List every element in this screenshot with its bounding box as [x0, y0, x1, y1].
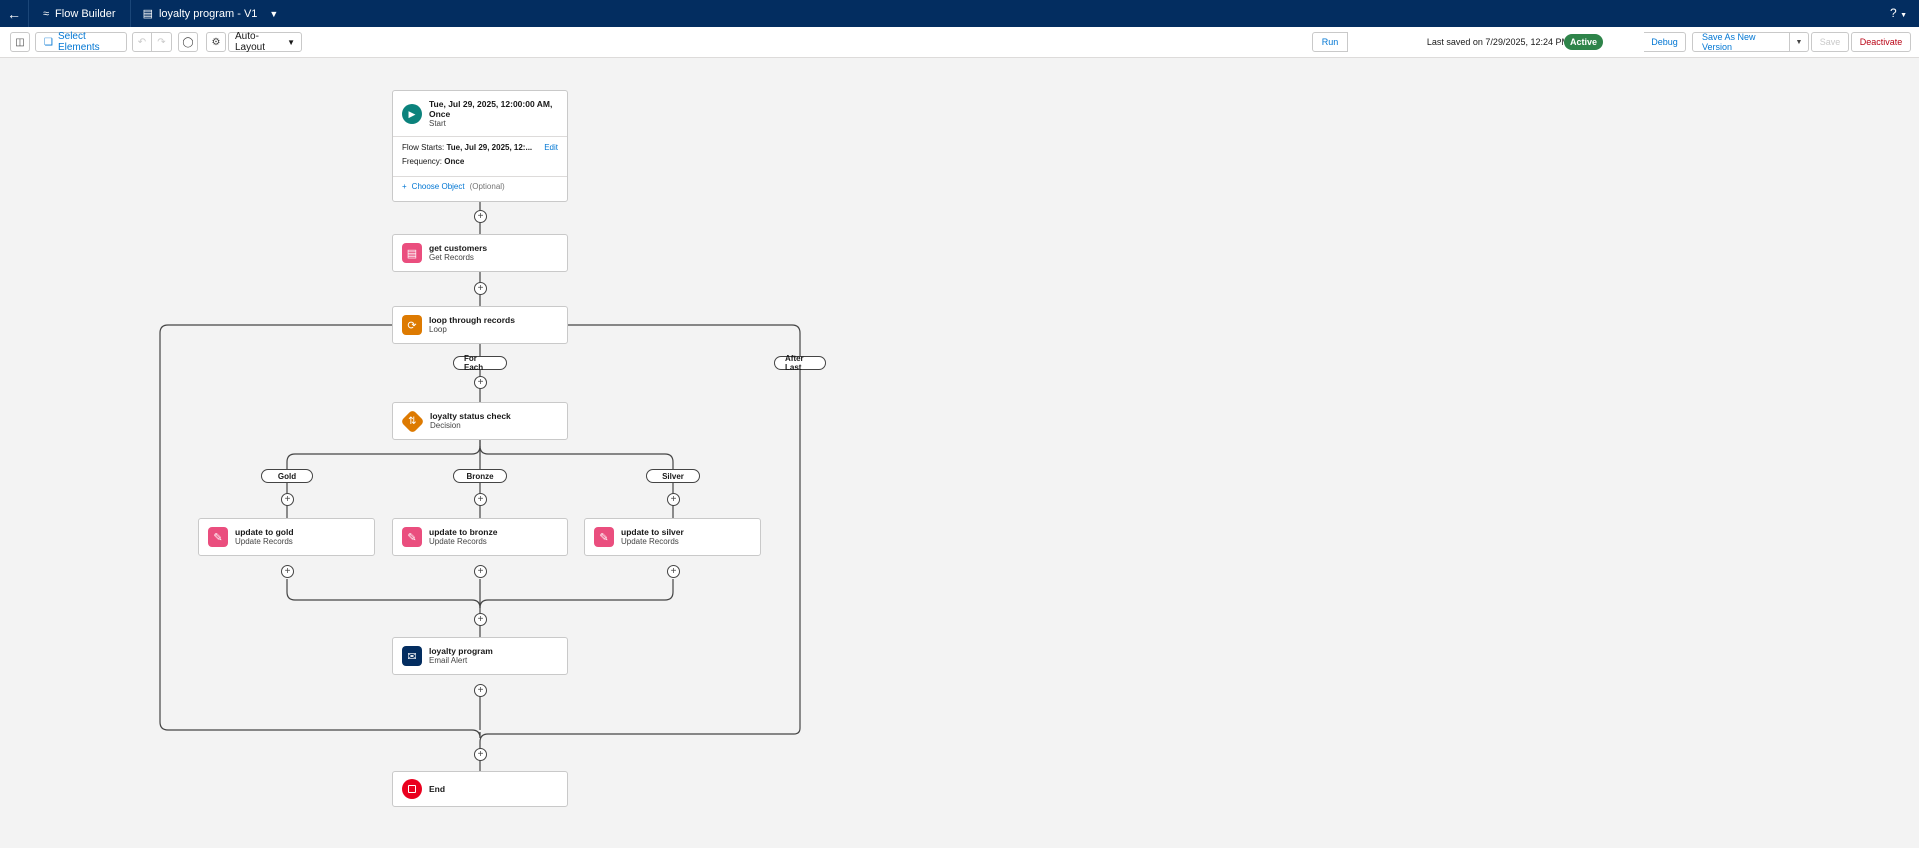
undo-icon: ↶ — [137, 36, 147, 48]
add-element-button[interactable]: + — [474, 376, 487, 389]
add-element-button[interactable]: + — [474, 493, 487, 506]
flow-builder-icon: ≈ — [43, 7, 50, 20]
flow-starts-value: Tue, Jul 29, 2025, 12:... — [446, 143, 533, 152]
stop-icon — [402, 779, 422, 799]
last-saved-text: Last saved on 7/29/2025, 12:24 PM — [1426, 37, 1569, 47]
get-records-icon: ▤ — [402, 243, 422, 263]
caret-down-icon: ▼ — [1900, 12, 1907, 19]
save-button[interactable]: Save — [1811, 32, 1849, 52]
after-last-label: After Last — [774, 354, 826, 372]
add-element-button[interactable]: + — [474, 748, 487, 761]
decision-icon: ⇅ — [400, 408, 425, 434]
start-element[interactable]: ▶ Tue, Jul 29, 2025, 12:00:00 AM, Once S… — [392, 90, 568, 202]
add-element-button[interactable]: + — [667, 493, 680, 506]
layout-select[interactable]: Auto-Layout ▼ — [228, 31, 302, 53]
outcome-silver-label: Silver — [646, 469, 700, 483]
toggle-panel-button[interactable]: ◫ — [10, 32, 30, 52]
save-options-dropdown[interactable]: ▼ — [1790, 32, 1809, 52]
save-as-new-version-button[interactable]: Save As New Version — [1692, 32, 1790, 52]
add-element-button[interactable]: + — [281, 493, 294, 506]
gear-icon: ⚙ — [211, 36, 221, 48]
loop-element[interactable]: ⟳ loop through records Loop — [392, 306, 568, 344]
debug-button[interactable]: Debug — [1644, 32, 1686, 52]
add-element-button[interactable]: + — [474, 282, 487, 295]
document-icon: ▤ — [142, 8, 153, 20]
history-button[interactable]: ◯ — [178, 32, 198, 52]
app-title: ≈ Flow Builder — [43, 7, 116, 20]
edit-schedule-link[interactable]: Edit — [544, 143, 558, 152]
top-nav-bar: ← ≈ Flow Builder ▤ loyalty program - V1 … — [0, 0, 1919, 27]
update-records-icon: ✎ — [594, 527, 614, 547]
run-button[interactable]: Run — [1312, 32, 1348, 52]
outcome-bronze-label: Bronze — [453, 469, 507, 483]
add-element-button[interactable]: + — [281, 565, 294, 578]
get-customers-element[interactable]: ▤ get customers Get Records — [392, 234, 568, 272]
for-each-label: For Each — [453, 354, 507, 372]
connector-lines — [159, 202, 801, 772]
redo-button[interactable]: ↷ — [152, 32, 172, 52]
panel-icon: ◫ — [15, 36, 25, 48]
toolbar: ◫ ❏ Select Elements ↶ ↷ ◯ ⚙ Auto-Layout … — [0, 27, 1919, 58]
start-subtitle: Start — [429, 119, 446, 128]
caret-down-icon: ▼ — [287, 37, 295, 47]
update-to-gold-element[interactable]: ✎ update to gold Update Records — [198, 518, 375, 556]
loop-icon: ⟳ — [402, 315, 422, 335]
deactivate-button[interactable]: Deactivate — [1851, 32, 1911, 52]
plus-icon: + — [402, 182, 407, 191]
start-title: Tue, Jul 29, 2025, 12:00:00 AM, Once — [429, 99, 553, 119]
add-element-button[interactable]: + — [474, 565, 487, 578]
help-menu[interactable]: ? ▼ — [1890, 6, 1907, 20]
outcome-gold-label: Gold — [261, 469, 313, 483]
frequency-value: Once — [444, 157, 465, 166]
settings-button[interactable]: ⚙ — [206, 32, 226, 52]
update-to-bronze-element[interactable]: ✎ update to bronze Update Records — [392, 518, 568, 556]
choose-object-link[interactable]: + Choose Object (Optional) — [393, 177, 567, 196]
update-records-icon: ✎ — [208, 527, 228, 547]
add-element-button[interactable]: + — [667, 565, 680, 578]
status-badge: Active — [1563, 34, 1603, 50]
redo-icon: ↷ — [157, 36, 166, 48]
undo-button[interactable]: ↶ — [132, 32, 152, 52]
back-arrow-icon[interactable]: ← — [0, 0, 28, 27]
caret-down-icon: ▼ — [1795, 38, 1803, 46]
play-icon: ▶ — [402, 104, 422, 124]
email-icon: ✉ — [402, 646, 422, 666]
update-to-silver-element[interactable]: ✎ update to silver Update Records — [584, 518, 761, 556]
flow-canvas[interactable]: ▶ Tue, Jul 29, 2025, 12:00:00 AM, Once S… — [0, 58, 1919, 848]
update-records-icon: ✎ — [402, 527, 422, 547]
caret-down-icon: ▼ — [269, 8, 279, 19]
add-element-button[interactable]: + — [474, 210, 487, 223]
select-icon: ❏ — [44, 36, 53, 48]
email-alert-element[interactable]: ✉ loyalty program Email Alert — [392, 637, 568, 675]
add-element-button[interactable]: + — [474, 684, 487, 697]
add-element-button[interactable]: + — [474, 613, 487, 626]
flow-name-menu[interactable]: ▤ loyalty program - V1 ▼ — [131, 0, 291, 27]
decision-element[interactable]: ⇅ loyalty status check Decision — [392, 402, 568, 440]
undo-redo-group: ↶ ↷ — [132, 32, 172, 52]
end-element[interactable]: End — [392, 771, 568, 807]
history-icon: ◯ — [182, 36, 194, 48]
select-elements-button[interactable]: ❏ Select Elements — [35, 31, 127, 53]
